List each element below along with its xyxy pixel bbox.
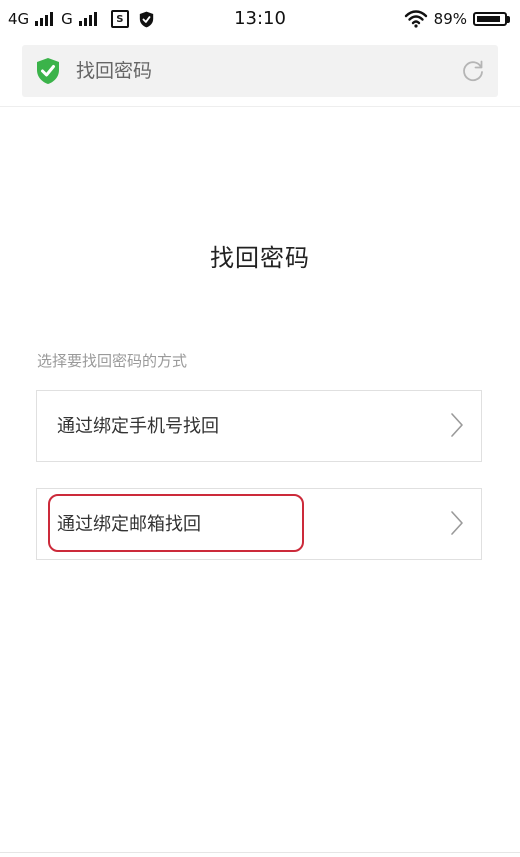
chevron-right-icon bbox=[451, 511, 463, 535]
bottom-divider bbox=[0, 852, 520, 853]
status-bar: 4G G S 13:10 89% bbox=[0, 0, 520, 38]
section-label: 选择要找回密码的方式 bbox=[37, 352, 188, 370]
chevron-right-icon bbox=[451, 413, 463, 437]
address-bar[interactable]: 找回密码 bbox=[22, 45, 498, 97]
header-divider bbox=[0, 106, 520, 107]
battery-percent: 89% bbox=[433, 10, 467, 28]
battery-icon bbox=[473, 12, 510, 26]
option-phone-recovery[interactable]: 通过绑定手机号找回 bbox=[36, 390, 482, 462]
address-bar-title: 找回密码 bbox=[76, 60, 153, 82]
option-label: 通过绑定手机号找回 bbox=[57, 416, 219, 437]
secure-shield-icon bbox=[37, 58, 59, 84]
status-right: 89% bbox=[404, 8, 510, 30]
highlight-annotation bbox=[48, 494, 304, 552]
reload-icon[interactable] bbox=[460, 58, 486, 84]
page-title: 找回密码 bbox=[210, 244, 310, 272]
wifi-icon bbox=[404, 10, 427, 28]
